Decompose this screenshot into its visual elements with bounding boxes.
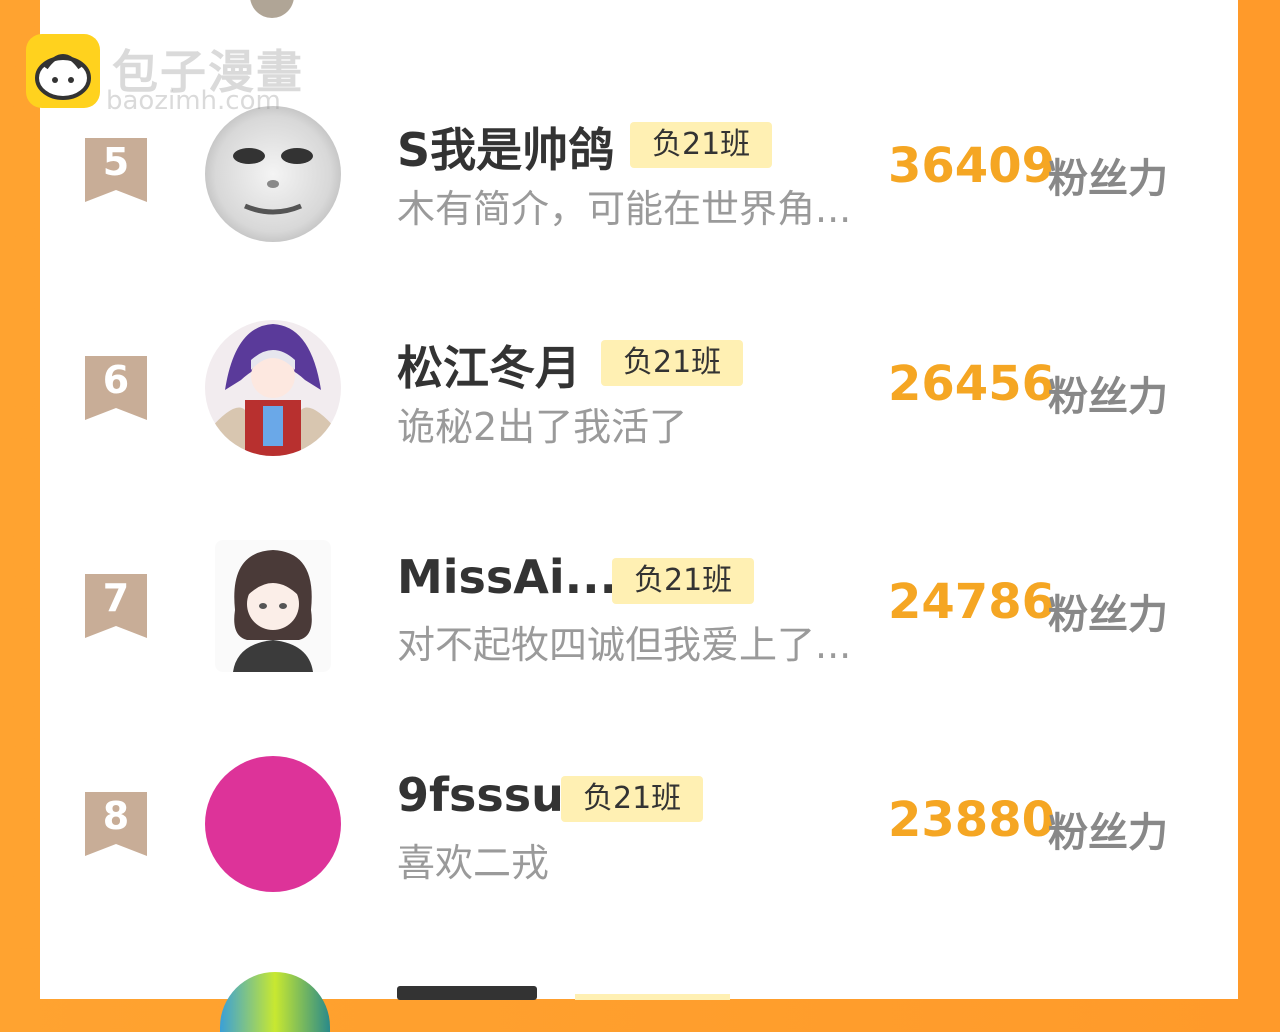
fan-score-label: 粉丝力 — [1048, 374, 1168, 420]
user-name[interactable]: 9fsssu — [397, 768, 564, 822]
user-avatar[interactable] — [205, 106, 341, 242]
rank-ribbon: 6 — [85, 356, 147, 420]
watermark-url: baozimh.com — [106, 86, 281, 116]
class-badge: 负21班 — [601, 340, 744, 386]
next-row-badge-partial — [575, 994, 730, 1000]
user-intro: 诡秘2出了我活了 — [397, 405, 688, 449]
fan-score: 36409 — [888, 138, 1055, 194]
user-intro: 喜欢二戎 — [397, 841, 550, 885]
fan-score-label: 粉丝力 — [1048, 810, 1168, 856]
user-name[interactable]: MissAi... — [397, 550, 617, 604]
list-item[interactable]: 7 MissAi... 负21班 对不起牧四诚但我爱上了... 24786 粉丝… — [0, 536, 1280, 696]
rank-ribbon: 7 — [85, 574, 147, 638]
user-name[interactable]: S我是帅鸽 — [397, 114, 614, 180]
rank-ribbon: 5 — [85, 138, 147, 202]
user-avatar[interactable] — [215, 540, 331, 672]
rank-number: 5 — [102, 140, 130, 184]
next-row-name-partial — [397, 986, 537, 1000]
list-item[interactable]: 8 9fsssu 负21班 喜欢二戎 23880 粉丝力 — [0, 754, 1280, 914]
user-avatar[interactable] — [205, 756, 341, 892]
bun-logo-icon — [26, 34, 100, 108]
fan-score: 23880 — [888, 792, 1055, 848]
class-badge: 负21班 — [561, 776, 704, 822]
user-name[interactable]: 松江冬月 — [397, 332, 581, 398]
rank-number: 8 — [102, 794, 130, 838]
fan-score-label: 粉丝力 — [1048, 592, 1168, 638]
class-badge: 负21班 — [612, 558, 755, 604]
fan-score: 26456 — [888, 356, 1055, 412]
watermark: 包子漫畫 baozimh.com — [26, 34, 326, 116]
user-intro: 对不起牧四诚但我爱上了... — [397, 623, 852, 667]
fan-score-label: 粉丝力 — [1048, 156, 1168, 202]
rank-number: 7 — [102, 576, 130, 620]
user-intro: 木有简介，可能在世界角... — [397, 187, 852, 231]
list-item[interactable]: 6 松江冬月 负21班 诡秘2出了我活了 26456 粉丝力 — [0, 318, 1280, 478]
fan-score: 24786 — [888, 574, 1055, 630]
rank-number: 6 — [102, 358, 130, 402]
list-item[interactable]: 5 S我是帅鸽 负21班 木有简介，可能在世界角... 36409 粉丝力 — [0, 100, 1280, 260]
rank-ribbon: 8 — [85, 792, 147, 856]
class-badge: 负21班 — [630, 122, 773, 168]
user-avatar[interactable] — [205, 320, 341, 456]
